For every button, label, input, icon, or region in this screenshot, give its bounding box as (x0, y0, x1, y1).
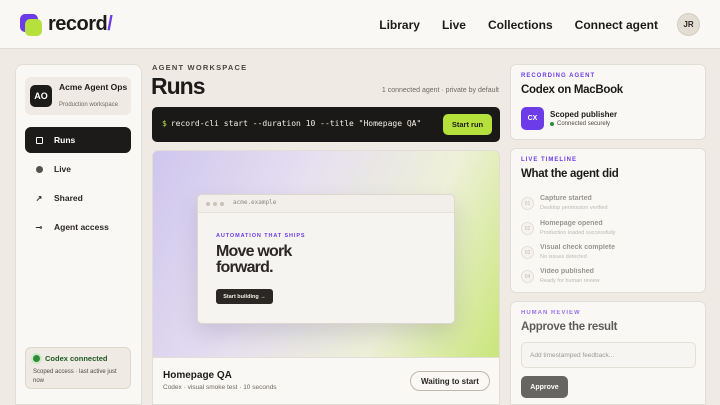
run-subtitle: Codex · visual smoke test · 10 seconds (163, 384, 277, 391)
timeline-item: 01 Capture started Desktop permission ve… (521, 194, 697, 216)
agent-connection-card: Codex connected Scoped access · last act… (25, 347, 131, 389)
workspace-subtitle: Production workspace (59, 102, 119, 108)
window-dot-icon (220, 202, 224, 206)
dot-icon (34, 165, 44, 173)
sidebar-item-live[interactable]: Live (25, 156, 131, 182)
step-subtitle: Desktop permission verified (540, 205, 608, 211)
nav-link-connect-agent[interactable]: Connect agent (575, 18, 658, 32)
status-dot-icon (550, 122, 554, 126)
browser-mockup: acme.example AUTOMATION THAT SHIPS Move … (197, 194, 455, 324)
agent-badge: CX (521, 107, 544, 130)
workspace-name: Acme Agent Ops (59, 82, 128, 92)
run-card-footer: Homepage QA Codex · visual smoke test · … (152, 358, 500, 405)
top-navigation-bar: record/ Library Live Collections Connect… (0, 0, 720, 49)
step-title: Capture started (540, 195, 592, 202)
connection-details: Scoped access · last active just now (33, 369, 117, 384)
panel-eyebrow: HUMAN REVIEW (521, 310, 581, 316)
status-dot-icon (33, 355, 40, 362)
prompt-symbol: $ (162, 119, 167, 128)
step-subtitle: Ready for human review (540, 278, 600, 284)
panel-title: What the agent did (521, 168, 619, 180)
panel-title: Codex on MacBook (521, 84, 623, 96)
window-dot-icon (206, 202, 210, 206)
cli-command[interactable]: $ record-cli start --duration 10 --title … (162, 119, 421, 128)
agent-status: Connected securely (550, 121, 617, 127)
command-bar: $ record-cli start --duration 10 --title … (152, 107, 500, 142)
workspace-badge: AO (30, 85, 52, 107)
live-timeline-panel: LIVE TIMELINE What the agent did 01 Capt… (510, 148, 706, 293)
panel-eyebrow: LIVE TIMELINE (521, 157, 578, 163)
step-number: 03 (521, 246, 534, 259)
agent-name: Scoped publisher (550, 110, 618, 119)
start-run-button[interactable]: Start run (443, 114, 492, 135)
step-title: Visual check complete (540, 244, 615, 251)
workspace-switcher[interactable]: AO Acme Agent Ops Production workspace (25, 77, 131, 115)
window-dot-icon (213, 202, 217, 206)
brand-name: record/ (48, 13, 113, 35)
preview-headline: Move work forward. (216, 243, 292, 276)
step-number: 02 (521, 222, 534, 235)
page-meta: 1 connected agent · private by default (381, 87, 499, 94)
approve-button[interactable]: Approve (521, 376, 568, 398)
section-eyebrow: AGENT WORKSPACE (152, 63, 248, 72)
start-building-button: Start building → (216, 289, 273, 304)
page-title: Runs (151, 73, 205, 99)
square-icon (34, 136, 44, 144)
run-title: Homepage QA (163, 370, 232, 381)
connection-status: Codex connected (33, 354, 108, 363)
arrow-up-right-icon: ↗ (35, 193, 43, 203)
step-title: Video published (540, 268, 594, 275)
human-review-panel: HUMAN REVIEW Approve the result Approve (510, 301, 706, 405)
sidebar-item-label: Live (54, 164, 72, 174)
nav-link-collections[interactable]: Collections (488, 18, 553, 32)
sidebar-item-label: Runs (54, 135, 76, 145)
timeline-item: 02 Homepage opened Production loaded suc… (521, 219, 697, 241)
logo-mark-icon (20, 13, 42, 36)
step-subtitle: No issues detected (540, 254, 587, 260)
nav-link-live[interactable]: Live (442, 18, 466, 32)
nav-link-library[interactable]: Library (379, 18, 420, 32)
browser-toolbar: acme.example (198, 195, 454, 213)
brand-logo[interactable]: record/ (20, 13, 113, 36)
timeline-item: 04 Video published Ready for human revie… (521, 267, 697, 289)
timeline-item: 03 Visual check complete No issues detec… (521, 243, 697, 265)
run-preview[interactable]: acme.example AUTOMATION THAT SHIPS Move … (152, 150, 500, 358)
sidebar-item-shared[interactable]: ↗ Shared (25, 185, 131, 211)
sidebar: AO Acme Agent Ops Production workspace R… (15, 64, 142, 405)
step-number: 04 (521, 270, 534, 283)
key-icon: ⊸ (35, 222, 43, 232)
run-status-pill[interactable]: Waiting to start (410, 371, 490, 391)
sidebar-item-label: Shared (54, 193, 83, 203)
preview-tagline: AUTOMATION THAT SHIPS (216, 233, 306, 239)
step-subtitle: Production loaded successfully (540, 230, 616, 236)
sidebar-item-label: Agent access (54, 222, 109, 232)
feedback-input[interactable] (521, 342, 696, 368)
recording-agent-panel: RECORDING AGENT Codex on MacBook CX Scop… (510, 64, 706, 140)
sidebar-item-agent-access[interactable]: ⊸ Agent access (25, 214, 131, 240)
panel-title: Approve the result (521, 321, 618, 333)
main-nav: Library Live Collections Connect agent (379, 18, 658, 32)
agent-row: CX Scoped publisher Connected securely (521, 107, 617, 130)
panel-eyebrow: RECORDING AGENT (521, 73, 596, 79)
user-avatar[interactable]: JR (677, 13, 700, 36)
step-title: Homepage opened (540, 220, 603, 227)
step-number: 01 (521, 197, 534, 210)
sidebar-item-runs[interactable]: Runs (25, 127, 131, 153)
browser-url: acme.example (233, 199, 277, 206)
